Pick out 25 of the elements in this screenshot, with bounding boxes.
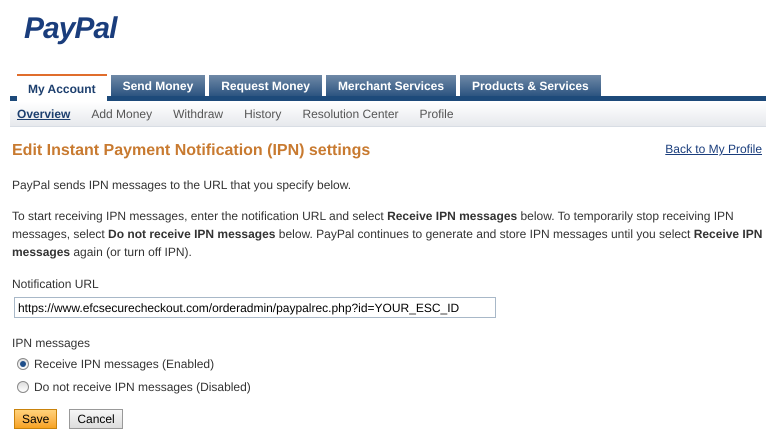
back-link[interactable]: Back to My Profile (665, 140, 762, 158)
nav-tab[interactable]: Products & Services (460, 75, 601, 96)
intro-text: PayPal sends IPN messages to the URL that you specify below. (12, 177, 352, 194)
nav-tab[interactable]: Request Money (209, 75, 322, 96)
subnav-link[interactable]: Profile (420, 104, 454, 122)
radio-label: Do not receive IPN messages (Disabled) (34, 379, 251, 396)
url-field[interactable]: https://www.efcsecurecheckout.com/orderadmin/paypalrec.php?id=YOUR_ESC_ID (14, 297, 496, 318)
logo: PayPal (24, 11, 116, 47)
subnav-link[interactable]: Resolution Center (302, 104, 398, 122)
instructions-text: To start receiving IPN messages, enter the notification URL and select Receive IPN messages below. To temporarily stop receiving IPN messages, select Do not receive IPN messages below. PayPal continues to generate and store IPN messages until you select Receive IPN messages again (or turn off IPN). (12, 208, 764, 261)
subnav-link[interactable]: Overview (17, 104, 70, 122)
radio-button[interactable] (17, 381, 29, 393)
subnav-link[interactable]: Add Money (91, 104, 152, 122)
field-label: Notification URL (12, 276, 100, 293)
nav-tab[interactable]: Merchant Services (326, 75, 456, 96)
radio-button[interactable] (17, 358, 29, 370)
subnav-link[interactable]: History (244, 104, 282, 122)
nav-tab[interactable]: Send Money (110, 75, 206, 96)
field-label: IPN messages (12, 335, 92, 352)
radio-label: Receive IPN messages (Enabled) (34, 356, 214, 373)
save-button[interactable]: Save (14, 409, 58, 429)
nav-tab[interactable]: My Account (17, 74, 107, 101)
subnav-link[interactable]: Withdraw (173, 104, 224, 122)
cancel-button[interactable]: Cancel (69, 409, 123, 429)
page-title: Edit Instant Payment Notification (IPN) settings (12, 141, 370, 161)
